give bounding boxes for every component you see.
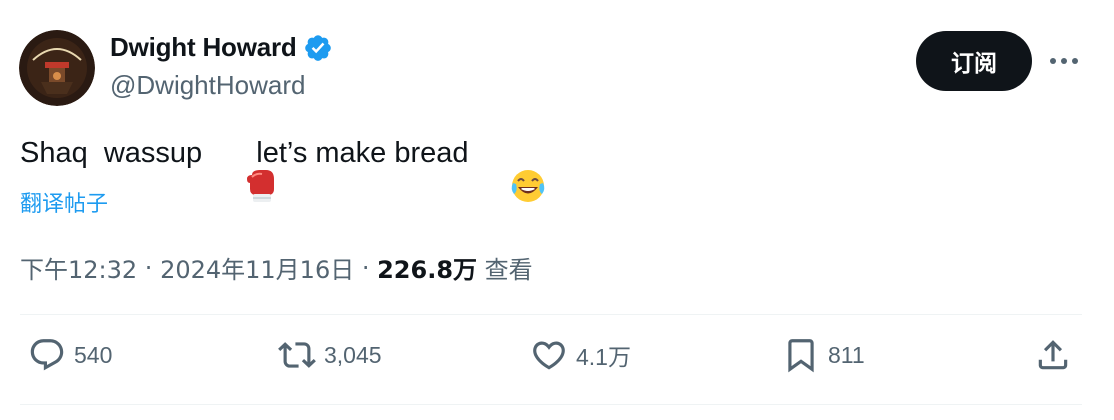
retweet-icon bbox=[278, 342, 316, 368]
tweet-date[interactable]: 2024年11月16日 bbox=[160, 250, 354, 285]
author-handle[interactable]: @DwightHoward bbox=[110, 70, 305, 101]
tweet-text-part-2: let’s make bread bbox=[248, 136, 477, 169]
author-name-row[interactable]: Dwight Howard bbox=[110, 32, 333, 63]
bookmark-count: 811 bbox=[828, 341, 865, 368]
tweet-meta: 下午12:32 · 2024年11月16日 · 226.8万 查看 bbox=[20, 250, 533, 285]
avatar-icon bbox=[19, 30, 95, 106]
retweet-count: 3,045 bbox=[324, 341, 382, 368]
views-label: 查看 bbox=[477, 256, 533, 284]
meta-separator: · bbox=[354, 253, 378, 282]
avatar[interactable] bbox=[19, 30, 95, 106]
share-button[interactable] bbox=[1034, 336, 1072, 374]
views-count: 226.8万 bbox=[377, 256, 478, 284]
bookmark-button[interactable]: 811 bbox=[782, 336, 865, 374]
more-button[interactable] bbox=[1044, 44, 1084, 78]
verified-badge-icon[interactable] bbox=[303, 33, 333, 63]
tweet-time[interactable]: 下午12:32 bbox=[20, 250, 137, 285]
heart-icon bbox=[533, 341, 565, 370]
boxing-glove-emoji-icon bbox=[210, 134, 275, 202]
share-icon bbox=[1038, 340, 1068, 370]
translate-post-link[interactable]: 翻译帖子 bbox=[20, 186, 108, 218]
author-display-name[interactable]: Dwight Howard bbox=[110, 32, 297, 63]
like-count: 4.1万 bbox=[576, 344, 631, 370]
tweet-text-part-1: Shaq wassup bbox=[20, 136, 211, 169]
more-icon bbox=[1050, 58, 1078, 64]
reply-icon bbox=[30, 339, 64, 371]
reply-button[interactable]: 540 bbox=[28, 336, 112, 374]
retweet-button[interactable]: 3,045 bbox=[278, 336, 382, 374]
subscribe-button[interactable]: 订阅 bbox=[916, 31, 1032, 91]
divider bbox=[20, 314, 1082, 315]
divider bbox=[20, 404, 1082, 405]
like-button[interactable]: 4.1万 bbox=[530, 336, 631, 374]
tweet-text: Shaq wassup let’s make bread bbox=[20, 134, 545, 202]
meta-separator: · bbox=[137, 253, 161, 282]
reply-count: 540 bbox=[74, 341, 113, 368]
bookmark-icon bbox=[788, 339, 814, 373]
face-with-tears-of-joy-emoji-icon bbox=[477, 134, 545, 202]
